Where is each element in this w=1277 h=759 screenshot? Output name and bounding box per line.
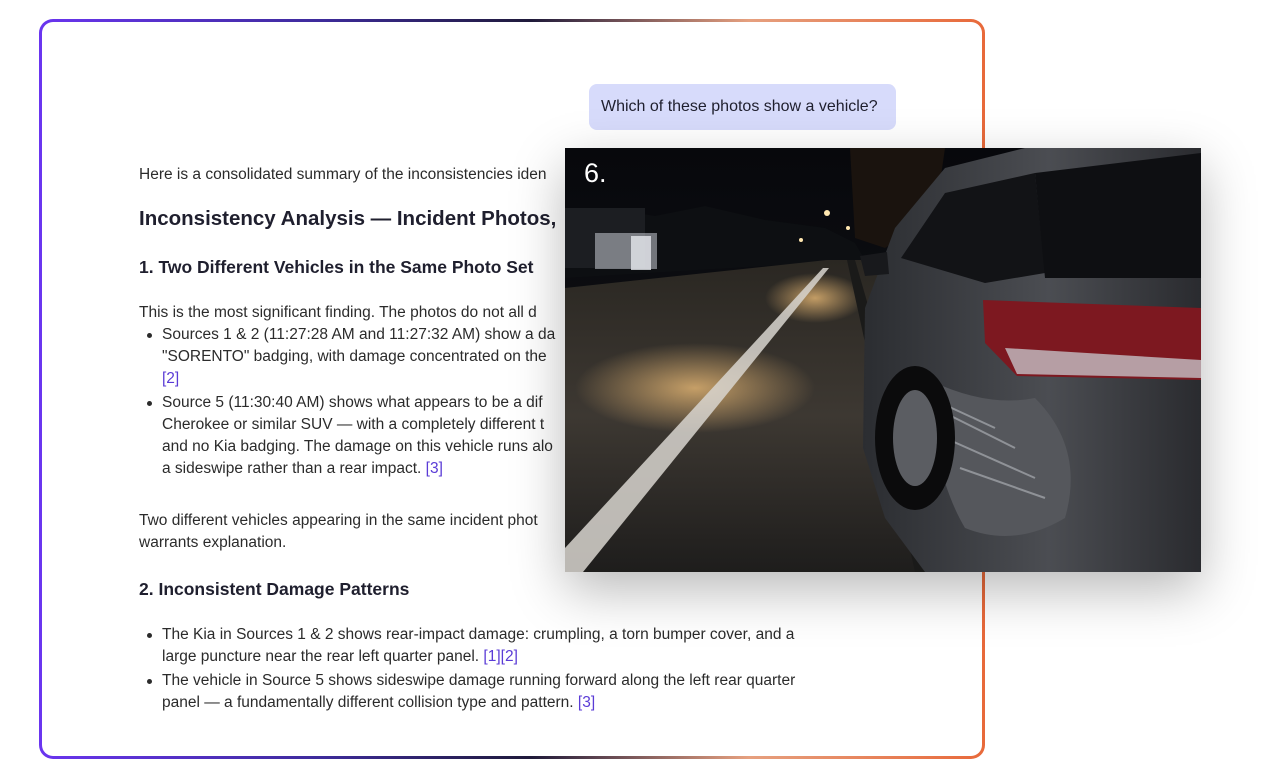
closing-line: warrants explanation. bbox=[139, 534, 287, 551]
bullet-text-line: large puncture near the rear left quarte… bbox=[162, 648, 480, 665]
section-2-bullets: The Kia in Sources 1 & 2 shows rear-impa… bbox=[139, 624, 839, 716]
bullet-text-line: and no Kia badging. The damage on this v… bbox=[162, 438, 553, 455]
list-item: The vehicle in Source 5 shows sideswipe … bbox=[139, 670, 839, 714]
answer-title: Inconsistency Analysis — Incident Photos… bbox=[139, 207, 557, 230]
closing-line: Two different vehicles appearing in the … bbox=[139, 512, 538, 529]
section-1-lead: This is the most significant finding. Th… bbox=[139, 304, 537, 321]
list-item: The Kia in Sources 1 & 2 shows rear-impa… bbox=[139, 624, 839, 668]
citation-link[interactable]: [3] bbox=[578, 694, 595, 711]
bullet-text-line: The vehicle in Source 5 shows sideswipe … bbox=[162, 672, 796, 689]
bullet-text-line: "SORENTO" badging, with damage concentra… bbox=[162, 348, 547, 365]
bullet-text-line: panel — a fundamentally different collis… bbox=[162, 694, 574, 711]
bullet-text-line: Cherokee or similar SUV — with a complet… bbox=[162, 416, 545, 433]
photo-preview-popup[interactable]: 6. bbox=[565, 148, 1201, 572]
photo-index-label: 6. bbox=[584, 158, 607, 188]
citation-link[interactable]: [3] bbox=[426, 460, 443, 477]
section-2-heading: 2. Inconsistent Damage Patterns bbox=[139, 579, 410, 599]
damaged-suv-night-road-photo bbox=[565, 148, 1201, 572]
section-1-closing: Two different vehicles appearing in the … bbox=[139, 510, 538, 554]
citation-link[interactable]: [1][2] bbox=[483, 648, 517, 665]
bullet-text-line: Source 5 (11:30:40 AM) shows what appear… bbox=[162, 394, 543, 411]
bullet-text-line: The Kia in Sources 1 & 2 shows rear-impa… bbox=[162, 626, 795, 643]
section-1-heading: 1. Two Different Vehicles in the Same Ph… bbox=[139, 257, 534, 277]
user-message-bubble: Which of these photos show a vehicle? bbox=[589, 84, 896, 130]
bullet-text-line: a sideswipe rather than a rear impact. bbox=[162, 460, 422, 477]
citation-link[interactable]: [2] bbox=[162, 370, 179, 387]
bullet-text-line: Sources 1 & 2 (11:27:28 AM and 11:27:32 … bbox=[162, 326, 556, 343]
answer-intro: Here is a consolidated summary of the in… bbox=[139, 166, 547, 183]
